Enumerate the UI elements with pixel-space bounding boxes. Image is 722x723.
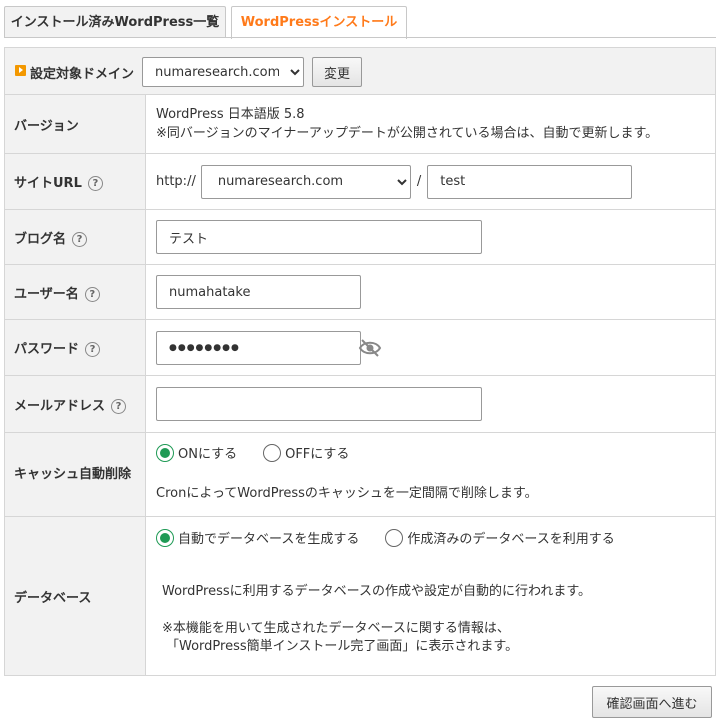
cache-label: キャッシュ自動削除 xyxy=(4,432,146,517)
radio-unselected-icon xyxy=(385,528,404,547)
username-row: ユーザー名? xyxy=(4,264,716,320)
help-icon[interactable]: ? xyxy=(87,176,103,191)
db-auto-label: 自動でデータベースを生成する xyxy=(178,532,360,547)
blog-name-input[interactable] xyxy=(156,220,482,254)
db-existing-radio[interactable]: 作成済みのデータベースを利用する xyxy=(385,528,615,547)
password-header: パスワード? xyxy=(4,319,146,376)
blog-name-label: ブログ名 xyxy=(14,231,67,247)
site-url-path-input[interactable] xyxy=(427,164,633,199)
cache-note: CronによってWordPressのキャッシュを一定間隔で削除します。 xyxy=(156,486,538,501)
db-existing-label: 作成済みのデータベースを利用する xyxy=(407,532,615,547)
cache-off-label: OFFにする xyxy=(285,447,350,462)
username-input[interactable] xyxy=(156,275,361,309)
version-row: バージョン WordPress 日本語版 5.8 ※同バージョンのマイナーアップ… xyxy=(4,94,716,154)
username-header: ユーザー名? xyxy=(4,264,146,320)
version-value: WordPress 日本語版 5.8 xyxy=(156,107,305,122)
password-row: パスワード? ●●●●●●●● xyxy=(4,319,716,376)
site-url-domain-select[interactable]: numaresearch.com xyxy=(200,164,411,199)
cache-on-radio[interactable]: ONにする xyxy=(156,443,237,462)
db-note-1: WordPressに利用するデータベースの作成や設定が自動的に行われます。 xyxy=(162,584,592,599)
site-url-row: サイトURL? http:// numaresearch.com / xyxy=(4,153,716,210)
help-icon[interactable]: ? xyxy=(72,231,88,247)
cache-row: キャッシュ自動削除 ONにする OFFにする CronによってWordPress… xyxy=(4,432,716,517)
domain-label: 設定対象ドメイン xyxy=(30,67,135,82)
url-prefix: http:// xyxy=(156,174,196,189)
username-cell xyxy=(145,264,716,320)
email-input[interactable] xyxy=(156,387,482,421)
cache-cell: ONにする OFFにする CronによってWordPressのキャッシュを一定間… xyxy=(145,432,716,517)
proceed-to-confirm-button[interactable]: 確認画面へ進む xyxy=(592,686,712,718)
password-label: パスワード xyxy=(14,342,80,357)
site-url-label: サイトURL xyxy=(14,176,82,191)
version-cell: WordPress 日本語版 5.8 ※同バージョンのマイナーアップデートが公開… xyxy=(145,94,716,154)
tab-installed-list[interactable]: インストール済みWordPress一覧 xyxy=(4,6,226,38)
cache-label-text: キャッシュ自動削除 xyxy=(14,467,132,482)
change-domain-button[interactable]: 変更 xyxy=(312,57,362,87)
blog-name-cell xyxy=(145,209,716,265)
help-icon[interactable]: ? xyxy=(111,398,127,414)
radio-selected-icon xyxy=(156,528,174,547)
version-label: バージョン xyxy=(4,94,146,154)
radio-selected-icon xyxy=(156,443,174,462)
version-note: ※同バージョンのマイナーアップデートが公開されている場合は、自動で更新します。 xyxy=(156,126,659,141)
email-cell xyxy=(145,375,716,433)
domain-selector-bar: 設定対象ドメイン numaresearch.com 変更 xyxy=(4,47,716,95)
tab-divider xyxy=(4,37,716,38)
tab-wordpress-install[interactable]: WordPressインストール xyxy=(231,6,407,39)
database-row: データベース 自動でデータベースを生成する 作成済みのデータベースを利用する W… xyxy=(4,516,716,676)
blog-name-header: ブログ名? xyxy=(4,209,146,265)
url-slash: / xyxy=(416,174,422,189)
cache-off-radio[interactable]: OFFにする xyxy=(263,443,349,462)
email-header: メールアドレス? xyxy=(4,375,146,433)
cache-on-label: ONにする xyxy=(178,447,238,462)
password-cell: ●●●●●●●● xyxy=(145,319,716,376)
database-label: データベース xyxy=(4,516,146,676)
db-note-2: ※本機能を用いて生成されたデータベースに関する情報は、 xyxy=(162,621,510,636)
install-form-table: バージョン WordPress 日本語版 5.8 ※同バージョンのマイナーアップ… xyxy=(4,94,716,676)
db-auto-radio[interactable]: 自動でデータベースを生成する xyxy=(156,528,359,547)
email-label: メールアドレス xyxy=(14,398,106,414)
arrow-marker-icon xyxy=(15,65,26,76)
username-label: ユーザー名 xyxy=(14,286,79,302)
radio-unselected-icon xyxy=(263,443,282,462)
domain-select[interactable]: numaresearch.com xyxy=(142,57,304,87)
eye-slash-icon[interactable] xyxy=(358,338,382,362)
help-icon[interactable]: ? xyxy=(84,286,100,302)
blog-name-row: ブログ名? xyxy=(4,209,716,265)
database-cell: 自動でデータベースを生成する 作成済みのデータベースを利用する WordPres… xyxy=(145,516,716,676)
site-url-header: サイトURL? xyxy=(4,153,146,210)
password-input[interactable]: ●●●●●●●● xyxy=(156,330,361,365)
help-icon[interactable]: ? xyxy=(85,342,101,357)
db-note-3: 「WordPress簡単インストール完了画面」に表示されます。 xyxy=(166,639,519,654)
email-row: メールアドレス? xyxy=(4,375,716,433)
site-url-cell: http:// numaresearch.com / xyxy=(145,153,716,210)
